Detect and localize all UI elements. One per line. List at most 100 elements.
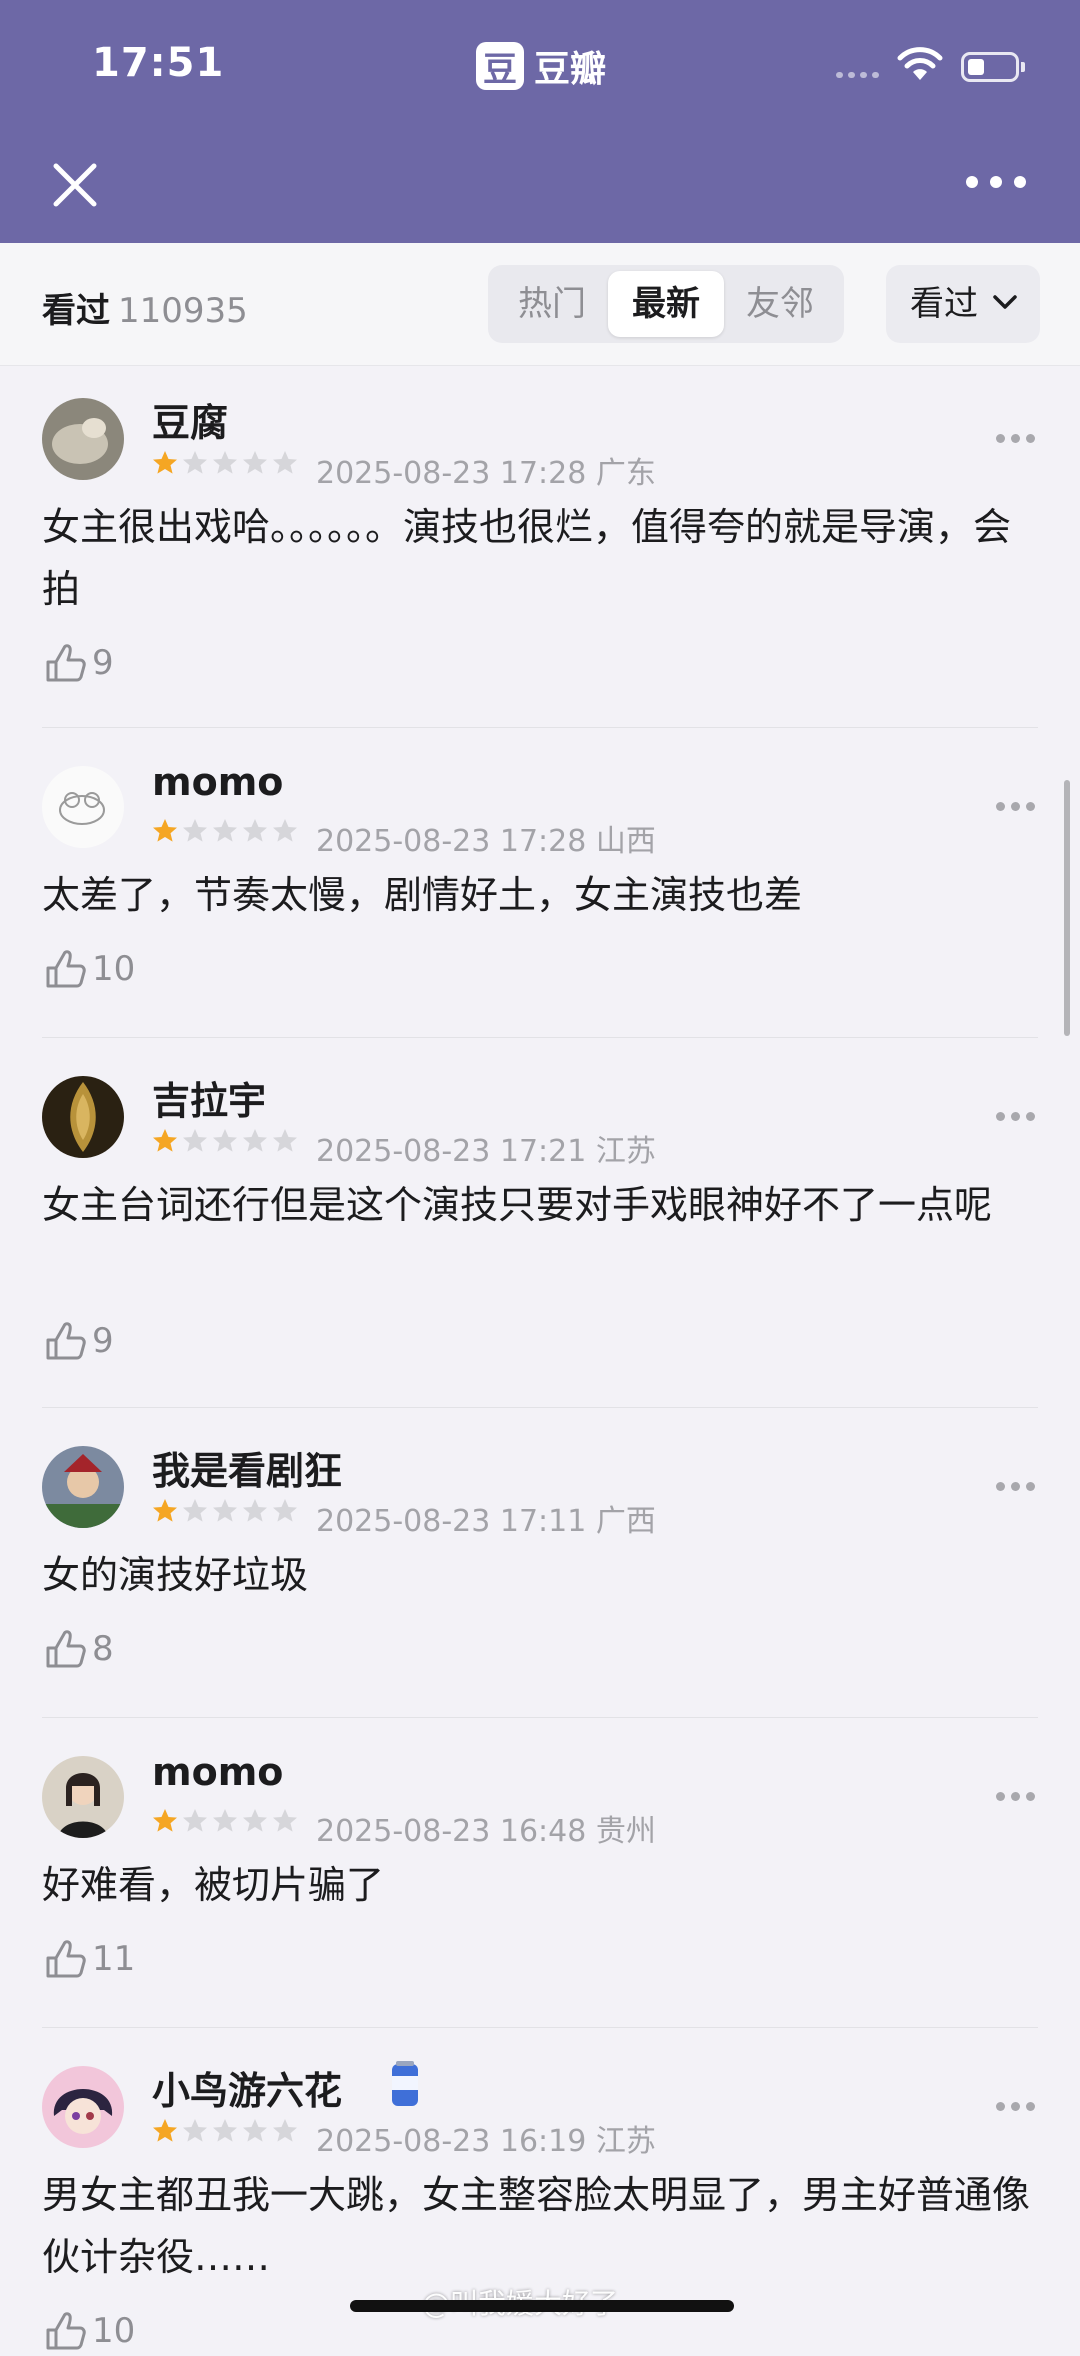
rating-stars — [152, 1498, 302, 1530]
user-avatar[interactable] — [42, 1076, 124, 1158]
signal-icon — [836, 62, 888, 82]
star-empty-icon — [183, 451, 207, 474]
username[interactable]: momo — [152, 760, 283, 804]
thumbs-up-icon — [46, 2312, 86, 2350]
star-filled-icon — [153, 451, 177, 474]
review-content: 太差了，节奏太慢，剧情好土，女主演技也差 — [42, 873, 803, 917]
seen-number: 110935 — [118, 291, 248, 331]
seen-count: 看过 110935 — [42, 283, 248, 332]
seen-label: 看过 — [42, 291, 110, 331]
user-avatar[interactable] — [42, 398, 124, 480]
review-content: 男女主都丑我一大跳，女主整容脸太明显了，男主好普通像伙计杂役…… — [42, 2173, 1031, 2279]
username[interactable]: 吉拉宇 — [152, 1070, 266, 1125]
status-time: 17:51 — [92, 40, 225, 86]
review-more-icon[interactable] — [996, 1482, 1036, 1492]
username[interactable]: 小鸟游六花 — [152, 2060, 342, 2115]
review-content: 女主很出戏哈。。。。。。演技也很烂，值得夸的就是导演，会拍 — [42, 505, 1012, 611]
star-empty-icon — [213, 2119, 237, 2142]
review-meta: 2025-08-23 17:21 江苏 — [316, 1126, 656, 1170]
review-datetime: 2025-08-23 16:19 — [316, 2124, 587, 2159]
tab-latest[interactable]: 最新 — [608, 271, 724, 337]
review-datetime: 2025-08-23 16:48 — [316, 1814, 587, 1849]
like-button[interactable]: 11 — [42, 1934, 135, 1984]
review-meta: 2025-08-23 16:19 江苏 — [316, 2116, 656, 2160]
home-indicator[interactable] — [350, 2300, 734, 2312]
star-filled-icon — [153, 1129, 177, 1152]
rating-stars — [152, 1128, 302, 1160]
rating-stars — [152, 2118, 302, 2150]
review-more-icon[interactable] — [996, 1112, 1036, 1122]
username[interactable]: 我是看剧狂 — [152, 1440, 342, 1495]
user-avatar[interactable] — [42, 2066, 124, 2148]
review-location: 山西 — [595, 824, 656, 859]
review-location: 江苏 — [595, 1134, 656, 1169]
star-empty-icon — [273, 1499, 297, 1522]
star-empty-icon — [213, 1499, 237, 1522]
review-item: 我是看剧狂 2025-08-23 17:11 广西 女的演技好垃圾 8 — [0, 1418, 1080, 1718]
chevron-down-icon — [993, 295, 1017, 309]
review-meta: 2025-08-23 16:48 贵州 — [316, 1806, 656, 1850]
user-avatar[interactable] — [42, 766, 124, 848]
username[interactable]: momo — [152, 1750, 283, 1794]
rating-stars — [152, 1808, 302, 1840]
like-button[interactable]: 9 — [42, 1316, 114, 1366]
star-filled-icon — [153, 2119, 177, 2142]
tab-friends[interactable]: 友邻 — [722, 271, 838, 337]
star-empty-icon — [243, 1499, 267, 1522]
app-logo: 豆 豆瓣 — [476, 40, 606, 92]
rating-stars — [152, 450, 302, 482]
review-content: 女的演技好垃圾 — [42, 1553, 309, 1597]
review-more-icon[interactable] — [996, 2102, 1036, 2112]
status-filter-dropdown[interactable]: 看过 — [886, 265, 1040, 343]
star-empty-icon — [273, 1129, 297, 1152]
review-more-icon[interactable] — [996, 802, 1036, 812]
review-item: momo 2025-08-23 17:28 山西 太差了，节奏太慢，剧情好土，女… — [0, 738, 1080, 1038]
review-item: momo 2025-08-23 16:48 贵州 好难看，被切片骗了 11 — [0, 1728, 1080, 2028]
review-location: 广东 — [595, 456, 656, 491]
like-button[interactable]: 10 — [42, 944, 135, 994]
review-item: 豆腐 2025-08-23 17:28 广东 女主很出戏哈。。。。。。演技也很烂… — [0, 370, 1080, 728]
review-location: 贵州 — [595, 1814, 656, 1849]
username[interactable]: 豆腐 — [152, 392, 228, 447]
user-avatar[interactable] — [42, 1756, 124, 1838]
divider — [42, 1717, 1038, 1718]
star-empty-icon — [213, 819, 237, 842]
user-avatar[interactable] — [42, 1446, 124, 1528]
star-empty-icon — [243, 1129, 267, 1152]
star-empty-icon — [243, 2119, 267, 2142]
wifi-icon — [897, 47, 943, 80]
star-empty-icon — [273, 451, 297, 474]
star-empty-icon — [213, 451, 237, 474]
nav-title — [410, 160, 670, 206]
like-count: 11 — [92, 1939, 136, 1979]
app-name: 豆瓣 — [534, 49, 607, 90]
more-options-icon[interactable] — [966, 176, 1026, 190]
thumbs-up-icon — [46, 1940, 86, 1978]
review-location: 广西 — [595, 1504, 656, 1539]
star-empty-icon — [183, 1809, 207, 1832]
review-datetime: 2025-08-23 17:11 — [316, 1504, 587, 1539]
review-datetime: 2025-08-23 17:21 — [316, 1134, 587, 1169]
rating-stars — [152, 818, 302, 850]
divider — [42, 1407, 1038, 1408]
review-more-icon[interactable] — [996, 434, 1036, 444]
thumbs-up-icon — [46, 1322, 86, 1360]
like-button[interactable]: 10 — [42, 2306, 135, 2356]
close-icon[interactable] — [48, 158, 102, 212]
tab-hot[interactable]: 热门 — [494, 271, 610, 337]
review-meta: 2025-08-23 17:28 山西 — [316, 816, 656, 860]
star-filled-icon — [153, 819, 177, 842]
star-empty-icon — [183, 1129, 207, 1152]
review-more-icon[interactable] — [996, 1792, 1036, 1802]
review-content: 好难看，被切片骗了 — [42, 1863, 385, 1907]
star-empty-icon — [243, 819, 267, 842]
star-empty-icon — [183, 1499, 207, 1522]
status-bar: 17:51 豆 豆瓣 — [0, 0, 1080, 132]
review-meta: 2025-08-23 17:11 广西 — [316, 1496, 656, 1540]
like-button[interactable]: 9 — [42, 638, 114, 688]
like-button[interactable]: 8 — [42, 1624, 114, 1674]
thumbs-up-icon — [46, 644, 86, 682]
star-empty-icon — [273, 2119, 297, 2142]
star-filled-icon — [153, 1499, 177, 1522]
like-count: 8 — [92, 1629, 114, 1669]
